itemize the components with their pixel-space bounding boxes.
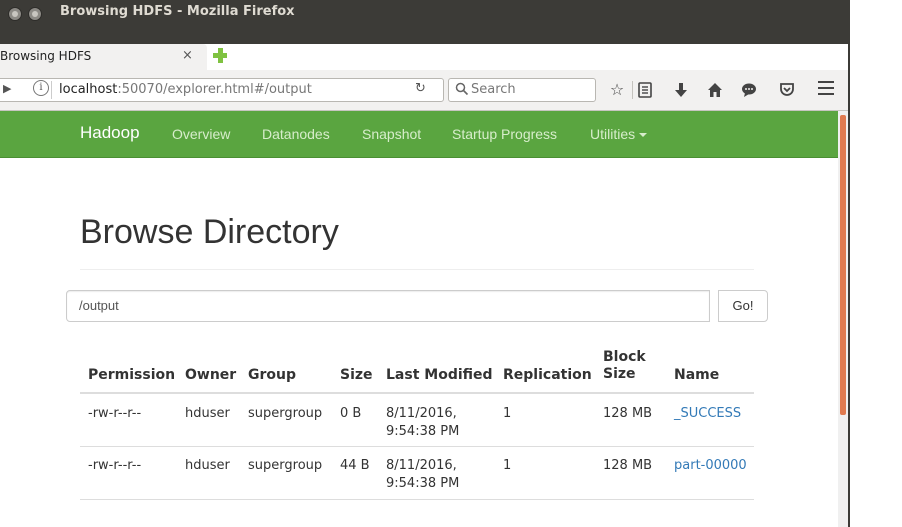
window-minimize-button[interactable] <box>28 7 42 21</box>
menu-icon[interactable] <box>818 81 834 95</box>
pocket-icon[interactable] <box>778 81 796 99</box>
hadoop-navbar: Hadoop Overview Datanodes Snapshot Start… <box>0 111 838 158</box>
cell-last-modified-time: 9:54:38 PM <box>386 476 460 491</box>
tab-close-icon[interactable]: × <box>182 48 193 63</box>
cell-permission: -rw-r--r-- <box>88 406 142 421</box>
cell-block-size: 128 MB <box>603 406 653 421</box>
nav-utilities[interactable]: Utilities <box>590 126 648 142</box>
go-button[interactable]: Go! <box>718 290 768 322</box>
cell-group: supergroup <box>248 406 323 421</box>
caret-down-icon <box>639 133 648 138</box>
search-icon <box>455 82 469 96</box>
hadoop-brand[interactable]: Hadoop <box>80 123 140 143</box>
cell-last-modified-date: 8/11/2016, <box>386 458 457 473</box>
window-frame-edge <box>848 0 850 527</box>
search-placeholder: Search <box>471 82 516 97</box>
nav-utilities-label: Utilities <box>590 126 636 142</box>
home-icon[interactable] <box>706 81 724 99</box>
back-arrow-icon[interactable]: ▶ <box>3 82 11 95</box>
nav-datanodes[interactable]: Datanodes <box>262 126 330 142</box>
header-permission[interactable]: Permission <box>88 367 175 384</box>
title-divider <box>80 269 754 270</box>
header-last-modified[interactable]: Last Modified <box>386 367 493 384</box>
cell-owner: hduser <box>185 406 230 421</box>
browser-toolbar: ▶ i localhost:50070/explorer.html#/outpu… <box>0 70 848 111</box>
window-close-button[interactable] <box>8 7 22 21</box>
header-block-size-line2: Size <box>603 366 636 382</box>
header-size[interactable]: Size <box>340 367 373 384</box>
chat-icon[interactable] <box>740 81 758 99</box>
header-group[interactable]: Group <box>248 367 296 384</box>
file-link-part-00000[interactable]: part-00000 <box>674 457 747 475</box>
browser-tab[interactable]: Browsing HDFS × <box>0 44 207 70</box>
nav-overview[interactable]: Overview <box>172 126 230 142</box>
tab-label: Browsing HDFS <box>0 49 92 63</box>
url-path: :50070/explorer.html#/output <box>117 82 312 97</box>
directory-input[interactable]: /output <box>66 290 710 322</box>
header-block-size-line1: Block <box>603 349 646 365</box>
row-divider <box>80 446 754 447</box>
table-header-rule <box>80 392 754 394</box>
nav-snapshot[interactable]: Snapshot <box>362 126 421 142</box>
nav-startup-progress[interactable]: Startup Progress <box>452 126 557 142</box>
url-bar[interactable]: ▶ i localhost:50070/explorer.html#/outpu… <box>0 78 444 102</box>
window-titlebar: Browsing HDFS - Mozilla Firefox <box>0 0 848 44</box>
cell-group: supergroup <box>248 458 323 473</box>
reading-list-icon[interactable] <box>636 81 654 99</box>
scroll-thumb[interactable] <box>840 115 846 415</box>
page-title: Browse Directory <box>80 213 339 251</box>
cell-owner: hduser <box>185 458 230 473</box>
file-link-success[interactable]: _SUCCESS <box>674 405 741 423</box>
url-separator <box>51 81 52 99</box>
toolbar-separator <box>632 81 633 99</box>
window-title: Browsing HDFS - Mozilla Firefox <box>60 4 295 19</box>
search-input[interactable]: Search <box>448 78 596 102</box>
url-host: localhost <box>59 82 118 97</box>
page-scrollbar[interactable] <box>838 111 848 527</box>
reload-icon[interactable]: ↻ <box>415 81 426 96</box>
cell-replication: 1 <box>503 406 512 421</box>
row-divider <box>80 499 754 500</box>
info-icon[interactable]: i <box>33 80 49 96</box>
download-icon[interactable] <box>672 81 690 99</box>
cell-block-size: 128 MB <box>603 458 653 473</box>
cell-permission: -rw-r--r-- <box>88 458 142 473</box>
cell-replication: 1 <box>503 458 512 473</box>
cell-size: 0 B <box>340 406 362 421</box>
header-block-size[interactable]: Block Size <box>603 349 646 383</box>
cell-size: 44 B <box>340 458 370 473</box>
header-replication[interactable]: Replication <box>503 367 592 384</box>
header-owner[interactable]: Owner <box>185 367 236 384</box>
cell-last-modified-date: 8/11/2016, <box>386 406 457 421</box>
bookmark-star-icon[interactable]: ☆ <box>606 79 628 101</box>
directory-input-value: /output <box>79 298 119 313</box>
url-text[interactable]: localhost:50070/explorer.html#/output <box>59 82 312 97</box>
new-tab-plus-icon[interactable] <box>209 45 231 67</box>
page-content: Hadoop Overview Datanodes Snapshot Start… <box>0 111 838 527</box>
cell-last-modified-time: 9:54:38 PM <box>386 424 460 439</box>
header-name[interactable]: Name <box>674 367 719 384</box>
